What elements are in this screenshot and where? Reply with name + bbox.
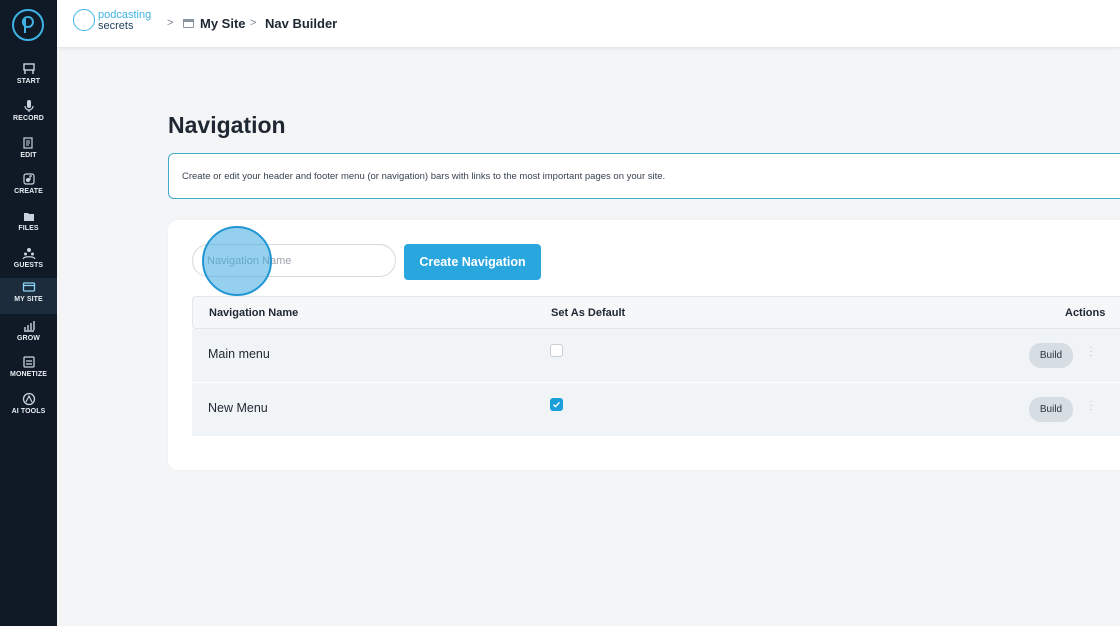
- my-site-icon: [22, 282, 35, 292]
- more-options-icon[interactable]: · · ·: [1088, 343, 1094, 364]
- info-text: Create or edit your header and footer me…: [182, 171, 666, 182]
- sidebar-item-record[interactable]: RECORD: [0, 97, 57, 133]
- sidebar-item-ai-tools[interactable]: AI TOOLS: [0, 390, 57, 426]
- sidebar-item-create[interactable]: CREATE: [0, 170, 57, 206]
- sidebar-item-guests[interactable]: GUESTS: [0, 244, 57, 280]
- build-button[interactable]: Build: [1029, 397, 1073, 422]
- sidebar-item-label: FILES: [18, 225, 39, 232]
- chevron-right-icon: >: [250, 17, 257, 29]
- navigation-table: Navigation Name Set As Default Actions M…: [192, 296, 1120, 437]
- default-checkbox[interactable]: [550, 398, 563, 411]
- sidebar-item-grow[interactable]: GROW: [0, 317, 57, 353]
- sidebar-item-label: RECORD: [13, 115, 44, 122]
- checkmark-icon: [553, 401, 561, 408]
- start-icon: [22, 63, 35, 74]
- edit-icon: [22, 137, 33, 149]
- sidebar-item-monetize[interactable]: MONETIZE: [0, 353, 57, 389]
- microphone-icon: [23, 100, 34, 112]
- sidebar-item-files[interactable]: FILES: [0, 207, 57, 243]
- column-header-name: Navigation Name: [209, 307, 299, 319]
- more-options-icon[interactable]: · · ·: [1088, 397, 1094, 418]
- podcast-logo-icon: [21, 16, 34, 33]
- table-row: Main menu Build · · ·: [192, 329, 1120, 383]
- sidebar: START RECORD EDIT CREATE FILES GUESTS MY…: [0, 0, 57, 626]
- sidebar-item-start[interactable]: START: [0, 60, 57, 96]
- podcast-logo-icon: [73, 9, 95, 31]
- info-banner: Create or edit your header and footer me…: [168, 153, 1120, 199]
- chevron-right-icon: >: [167, 17, 174, 29]
- guests-icon: [21, 248, 36, 260]
- sidebar-item-label: MY SITE: [14, 296, 43, 303]
- app-logo[interactable]: [12, 9, 44, 41]
- column-header-actions: Actions: [1065, 307, 1106, 319]
- sidebar-item-label: GROW: [17, 335, 40, 342]
- sidebar-item-my-site[interactable]: MY SITE: [0, 278, 57, 314]
- page-title: Navigation: [168, 112, 286, 138]
- sidebar-item-label: AI TOOLS: [11, 408, 46, 415]
- site-folder-icon: [183, 19, 194, 28]
- sidebar-item-edit[interactable]: EDIT: [0, 134, 57, 170]
- navigation-name: Main menu: [208, 347, 270, 361]
- column-header-default: Set As Default: [551, 307, 626, 319]
- create-icon: [22, 173, 35, 185]
- brand-logo[interactable]: podcasting secrets: [73, 9, 151, 31]
- grow-icon: [23, 321, 35, 332]
- ai-tools-icon: [22, 392, 35, 406]
- sidebar-item-label: EDIT: [20, 152, 37, 159]
- sidebar-item-label: MONETIZE: [10, 371, 47, 378]
- click-indicator: [202, 226, 272, 296]
- sidebar-item-label: START: [16, 78, 41, 85]
- sidebar-item-label: CREATE: [14, 188, 43, 195]
- create-navigation-button[interactable]: Create Navigation: [404, 244, 541, 280]
- breadcrumb-nav-builder: Nav Builder: [265, 16, 338, 31]
- sidebar-item-label: GUESTS: [13, 262, 44, 269]
- monetize-icon: [22, 356, 35, 368]
- table-row: New Menu Build · · ·: [192, 383, 1120, 437]
- brand-name-line2: secrets: [98, 19, 134, 32]
- files-icon: [23, 213, 34, 221]
- breadcrumb-my-site[interactable]: My Site: [200, 16, 246, 31]
- default-checkbox[interactable]: [550, 344, 563, 357]
- brand-name-line1: podcasting: [98, 8, 152, 21]
- navigation-name: New Menu: [208, 401, 268, 415]
- navigation-card: Create Navigation Navigation Name Set As…: [168, 220, 1120, 470]
- table-header: Navigation Name Set As Default Actions: [192, 296, 1120, 329]
- top-bar: podcasting secrets > My Site > Nav Build…: [57, 0, 1120, 48]
- build-button[interactable]: Build: [1029, 343, 1073, 368]
